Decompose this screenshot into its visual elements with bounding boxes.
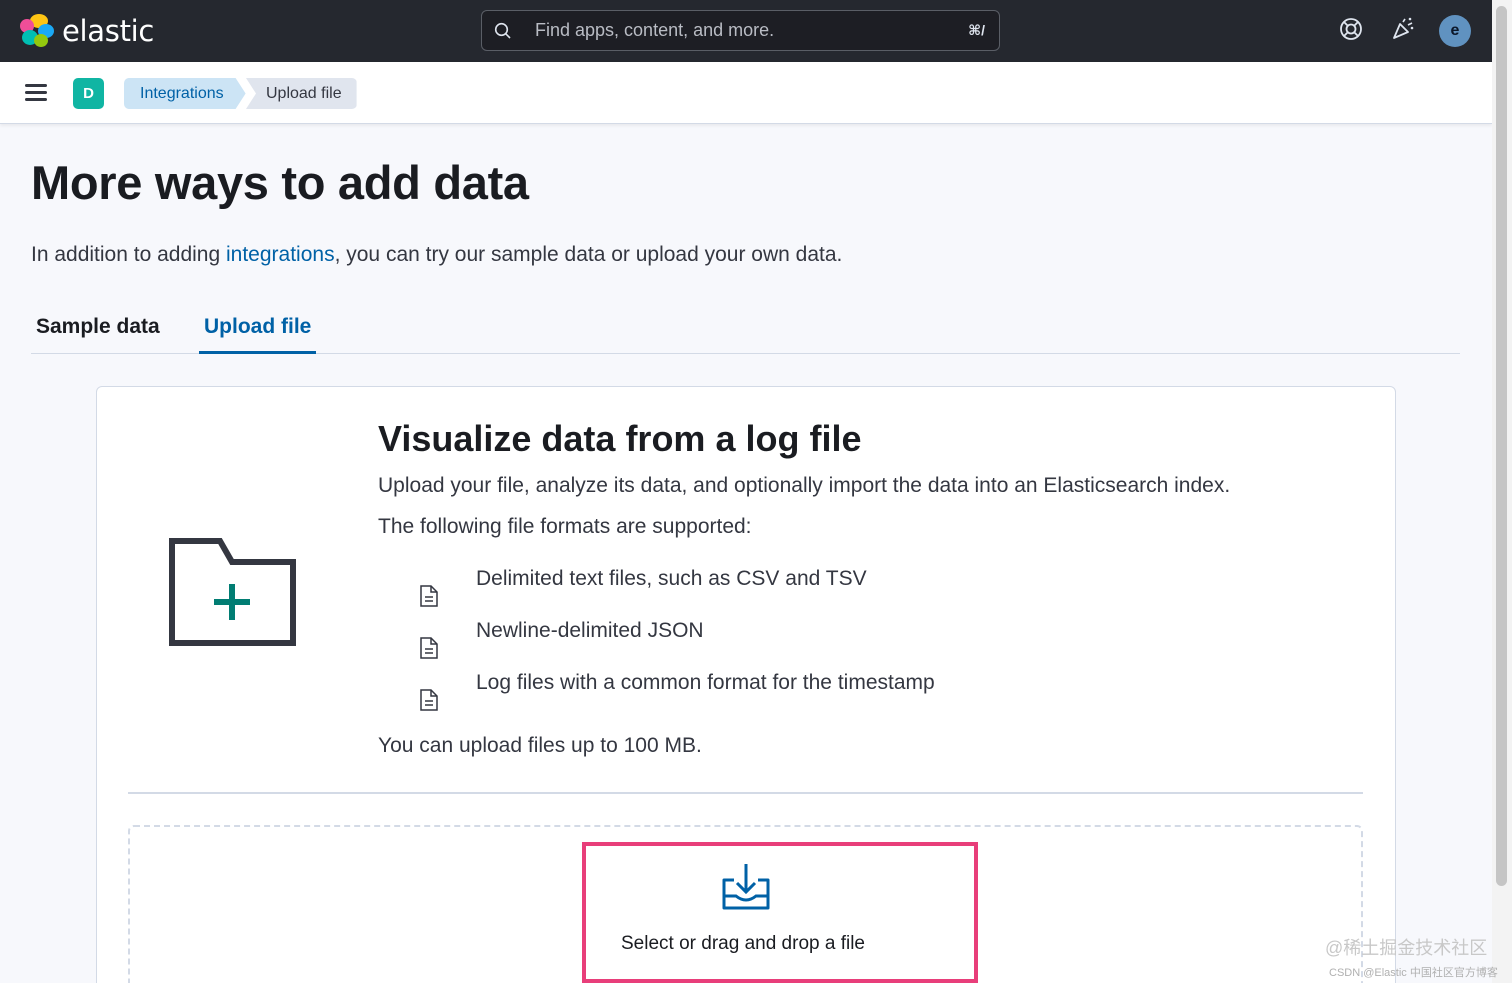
sub-header: D Integrations Upload file (0, 62, 1492, 124)
breadcrumb-upload-file: Upload file (246, 78, 357, 109)
elastic-logo[interactable]: elastic (20, 14, 154, 48)
panel-description: Upload your file, analyze its data, and … (378, 474, 1231, 497)
top-header: elastic Find apps, content, and more. ⌘/… (0, 0, 1492, 62)
menu-icon[interactable] (25, 84, 47, 102)
tab-bar: Sample data Upload file (31, 305, 1460, 354)
document-icon (420, 689, 438, 711)
divider (128, 792, 1363, 794)
watermark-sub: CSDN @Elastic 中国社区官方博客 (1329, 967, 1498, 979)
search-shortcut: ⌘/ (968, 22, 985, 38)
elastic-logo-icon (20, 14, 54, 48)
format-item: Delimited text files, such as CSV and TS… (476, 567, 867, 590)
user-avatar[interactable]: e (1439, 15, 1471, 47)
breadcrumb-integrations[interactable]: Integrations (124, 78, 246, 109)
tab-sample-data[interactable]: Sample data (31, 315, 165, 354)
brand-name: elastic (62, 14, 155, 48)
dropzone-label[interactable]: Select or drag and drop a file (621, 933, 865, 955)
format-item: Log files with a common format for the t… (476, 671, 935, 694)
search-icon (494, 22, 511, 39)
format-item: Newline-delimited JSON (476, 619, 704, 642)
page-title: More ways to add data (31, 156, 529, 209)
size-limit-text: You can upload files up to 100 MB. (378, 734, 702, 757)
intro-prefix: In addition to adding (31, 243, 226, 266)
formats-intro: The following file formats are supported… (378, 515, 752, 538)
folder-add-icon (169, 538, 296, 646)
help-icon[interactable] (1338, 16, 1364, 42)
panel-title: Visualize data from a log file (378, 418, 862, 459)
intro-suffix: , you can try our sample data or upload … (334, 243, 843, 266)
global-search[interactable]: Find apps, content, and more. ⌘/ (481, 10, 1000, 51)
scrollbar-thumb[interactable] (1496, 6, 1507, 886)
news-feed-icon[interactable] (1390, 16, 1416, 42)
intro-text: In addition to adding integrations, you … (31, 243, 842, 267)
document-icon (420, 585, 438, 607)
upload-icon[interactable] (720, 862, 772, 912)
highlight-box (582, 842, 978, 983)
tab-upload-file[interactable]: Upload file (199, 315, 317, 354)
integrations-link[interactable]: integrations (226, 243, 335, 266)
document-icon (420, 637, 438, 659)
search-placeholder[interactable]: Find apps, content, and more. (535, 20, 968, 41)
watermark: @稀土掘金技术社区 (1325, 938, 1488, 958)
space-avatar[interactable]: D (73, 78, 104, 109)
